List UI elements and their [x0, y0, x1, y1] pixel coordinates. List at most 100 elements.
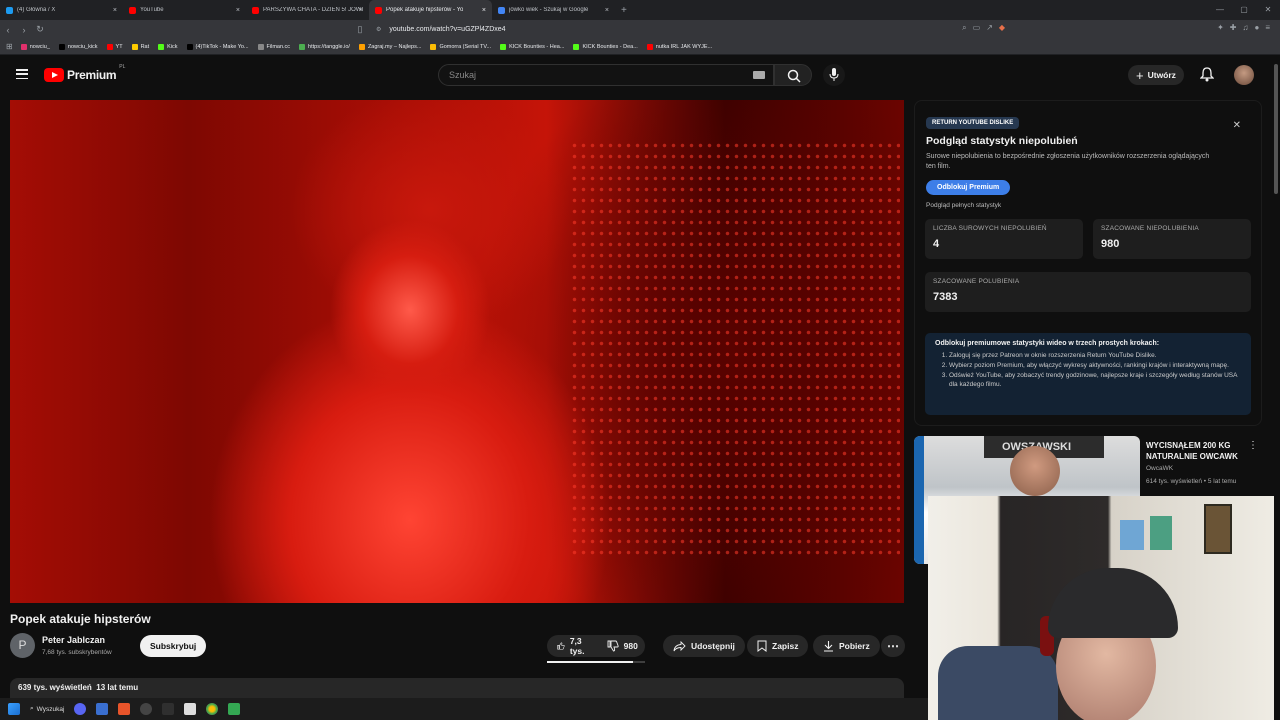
bookmark-item[interactable]: (4)TikTok - Make Yo... [186, 43, 249, 50]
browser-tab[interactable]: Popek atakuje hipsterów - Yo × [369, 0, 492, 20]
video-frame-texture [570, 140, 900, 560]
recommended-channel[interactable]: OwcaWK [1146, 465, 1173, 472]
notifications-bell-icon[interactable] [1200, 67, 1214, 82]
search-input[interactable]: Szukaj [438, 64, 774, 86]
bookmark-favicon-icon [299, 43, 306, 50]
cast-icon[interactable]: ▭ [973, 23, 981, 33]
browser-menu-icon[interactable]: ≡ [1265, 23, 1270, 33]
blanket [938, 646, 1058, 720]
dislike-button[interactable]: 980 [607, 640, 638, 652]
tab-close-icon[interactable]: × [605, 7, 609, 14]
new-tab-icon[interactable]: + [621, 5, 627, 16]
close-window-icon[interactable]: ✕ [1256, 0, 1280, 20]
youtube-premium-logo[interactable]: Premium PL [44, 64, 125, 82]
video-player[interactable] [10, 100, 904, 603]
search-button[interactable] [774, 64, 812, 86]
bookmark-item[interactable]: https://tanggle.io/ [299, 43, 350, 50]
browser-tab[interactable]: (4) Główna / X × [0, 0, 123, 20]
bookmark-item[interactable]: Rat [131, 43, 149, 50]
taskbar-search[interactable]: ⌕ Wyszukaj [30, 705, 64, 713]
like-count: 7,3 tys. [569, 636, 585, 656]
bookmark-item[interactable]: Zagraj.my – Najleps... [358, 43, 421, 50]
page-scrollbar[interactable] [1272, 58, 1280, 698]
more-actions-icon[interactable]: ⋯ [881, 635, 905, 657]
windows-start-icon[interactable] [8, 703, 20, 715]
preview-full-stats-link[interactable]: Podgląd pełnych statystyk [926, 202, 1250, 209]
more-vert-icon[interactable]: ⋮ [1248, 440, 1258, 451]
create-label: Utwórz [1147, 70, 1176, 80]
file-explorer-icon[interactable] [96, 703, 109, 715]
scrollbar-thumb[interactable] [1274, 64, 1278, 194]
apps-grid-icon[interactable]: ⊞ [6, 42, 13, 51]
save-button[interactable]: Zapisz [747, 635, 809, 657]
tab-close-icon[interactable]: × [482, 7, 486, 14]
tab-close-icon[interactable]: × [113, 7, 117, 14]
taskbar-search-label: Wyszukaj [36, 705, 65, 713]
bookmark-item[interactable]: KICK Bounties - Hea... [500, 43, 565, 50]
recommended-title[interactable]: WYCISNĄŁEM 200 KG NATURALNIE OWCAWK [1146, 440, 1246, 462]
browser-tab[interactable]: jówko wiek - Szukaj w Google × [492, 0, 615, 20]
browser-tab[interactable]: YouTube × [123, 0, 246, 20]
channel-avatar[interactable]: P [10, 633, 35, 658]
media-icon[interactable]: ♫ [1242, 23, 1248, 33]
chrome-icon[interactable] [206, 703, 219, 715]
subscribe-button[interactable]: Subskrybuj [140, 635, 207, 657]
bookmark-label: nowciu_kick [67, 43, 98, 50]
minimize-icon[interactable]: — [1208, 0, 1232, 20]
unlock-premium-button[interactable]: Odblokuj Premium [926, 180, 1011, 195]
close-icon[interactable]: ✕ [1233, 120, 1241, 131]
bookmark-item[interactable]: KICK Bounties - Dea... [573, 43, 638, 50]
tab-close-icon[interactable]: × [359, 7, 363, 14]
bookmark-item[interactable]: YT [106, 43, 123, 50]
share-page-icon[interactable]: ↗ [986, 23, 993, 33]
voice-search-button[interactable] [823, 64, 845, 86]
tab-label: PARSZYWA CHATA - DZIEŃ 5! JÓWI... [263, 7, 363, 13]
user-avatar[interactable] [1234, 65, 1254, 85]
download-button[interactable]: Pobierz [813, 635, 880, 657]
bookmark-label: KICK Bounties - Hea... [509, 43, 565, 50]
extension-shield-icon[interactable]: ◆ [999, 23, 1005, 33]
app-icon[interactable] [184, 703, 197, 715]
reload-icon[interactable]: ↻ [32, 24, 48, 35]
video-title: Popek atakuje hipsterów [10, 612, 151, 626]
raw-dislikes-label: LICZBA SUROWYCH NIEPOLUBIEŃ [933, 225, 1047, 232]
ryd-panel: RETURN YOUTUBE DISLIKE ✕ Podgląd statyst… [914, 100, 1262, 426]
address-bar[interactable]: ⚙ youtube.com/watch?v=uGZPl4ZDxe4 [368, 22, 908, 37]
bookmark-page-icon[interactable]: ▯ [352, 24, 368, 35]
bookmark-item[interactable]: nowciu_kick [58, 43, 98, 50]
bookmark-item[interactable]: Gomorra (Serial TV... [430, 43, 491, 50]
browser-tab[interactable]: PARSZYWA CHATA - DZIEŃ 5! JÓWI... × [246, 0, 369, 20]
terminal-icon[interactable] [162, 703, 175, 715]
zoom-icon[interactable]: ⌕ [962, 23, 966, 33]
recommended-meta: 614 tys. wyświetleń • 5 lat temu [1146, 478, 1237, 485]
profile-icon[interactable]: ● [1254, 23, 1259, 33]
back-icon[interactable]: ‹ [0, 25, 16, 35]
browser-nav-bar: ‹ › ↻ ▯ ⚙ youtube.com/watch?v=uGZPl4ZDxe… [0, 20, 1280, 39]
app-icon[interactable] [228, 703, 241, 715]
description-box[interactable]: 639 tys. wyświetleń 13 lat temu [10, 678, 904, 698]
keyboard-icon[interactable] [753, 71, 765, 79]
bookmark-item[interactable]: Filman.cc [257, 43, 290, 50]
hamburger-menu-icon[interactable] [16, 69, 28, 79]
extensions-icon[interactable]: ✦ [1217, 23, 1224, 33]
tab-close-icon[interactable]: × [236, 7, 240, 14]
taskbar-search-icon: ⌕ [30, 705, 34, 712]
recommended-video[interactable]: OWSZAWSKI WYCISNĄŁEM 200 KG NATURALNIE O… [914, 436, 1262, 564]
bookmarks-bar: ⊞ nowciu_ nowciu_kick YT Rat Kick (4)TikTok -… [0, 39, 1280, 55]
bookmark-item[interactable]: nowciu_ [20, 43, 50, 50]
discord-icon[interactable] [74, 703, 87, 715]
brave-browser-icon[interactable] [118, 703, 131, 715]
like-button[interactable]: 7,3 tys. [557, 636, 589, 656]
save-label: Zapisz [772, 641, 799, 651]
share-button[interactable]: Udostępnij [663, 635, 745, 657]
bookmark-item[interactable]: Kick [158, 43, 178, 50]
channel-name[interactable]: Peter Jablczan [42, 635, 105, 645]
site-info-icon[interactable]: ⚙ [376, 26, 381, 33]
puzzle-icon[interactable]: ✚ [1230, 23, 1237, 33]
maximize-icon[interactable]: ▢ [1232, 0, 1256, 20]
poster [1150, 516, 1172, 550]
create-button[interactable]: + Utwórz [1128, 65, 1184, 85]
forward-icon[interactable]: › [16, 25, 32, 35]
obs-icon[interactable] [140, 703, 153, 715]
bookmark-item[interactable]: nutka IRL JAK WYJE... [646, 43, 712, 50]
